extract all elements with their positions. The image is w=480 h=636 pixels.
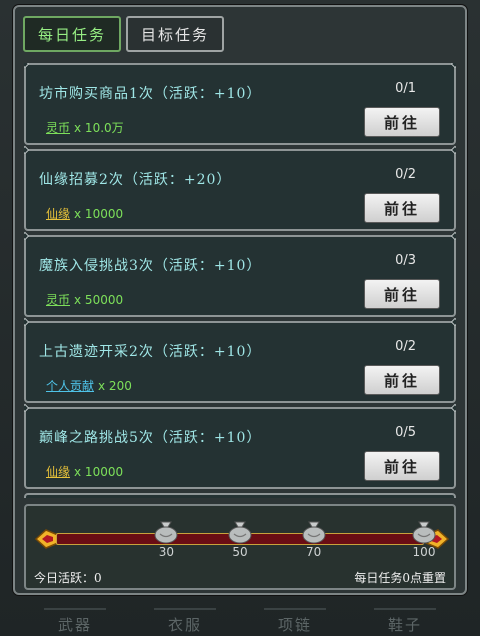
equipment-tab-shoes: 鞋子 [373, 607, 436, 635]
reward-name[interactable]: 个人贡献 [46, 377, 94, 394]
reward-name[interactable]: 仙缘 [46, 205, 70, 222]
milestone-reward-50[interactable]: 50 [223, 518, 257, 559]
milestone-value: 70 [305, 545, 322, 559]
task-progress: 0/5 [395, 425, 416, 440]
task-title: 仙缘招募2次（活跃：+20） [39, 172, 232, 188]
task-progress: 0/2 [395, 339, 416, 354]
reward-amount: x 200 [98, 378, 132, 393]
corner-ornament [24, 403, 30, 413]
task-reward: 个人贡献 x 200 [46, 377, 132, 394]
reward-pouch-icon [412, 521, 436, 544]
reward-name[interactable]: 灵币 [46, 119, 70, 136]
reward-amount: x 10.0万 [74, 121, 124, 135]
task-card: 魔族入侵挑战3次（活跃：+10） 灵币 x 50000 0/3 前往 [24, 231, 456, 317]
reward-name[interactable]: 灵币 [46, 291, 70, 308]
reward-name[interactable]: 仙缘 [46, 463, 70, 480]
task-progress: 0/3 [395, 253, 416, 268]
reward-pouch-icon [302, 521, 326, 544]
task-reward: 灵币 x 50000 [46, 291, 123, 308]
milestone-reward-70[interactable]: 70 [297, 518, 331, 559]
corner-ornament [450, 403, 456, 413]
reward-amount: x 50000 [74, 292, 124, 307]
equipment-tab-necklace: 项链 [263, 607, 326, 635]
equipment-tab-clothes: 衣服 [153, 607, 216, 635]
task-title: 上古遗迹开采2次（活跃：+10） [39, 344, 262, 360]
milestone-value: 100 [412, 545, 436, 559]
corner-ornament [450, 63, 456, 69]
task-card: 仙缘招募2次（活跃：+20） 仙缘 x 10000 0/2 前往 [24, 145, 456, 231]
go-button[interactable]: 前往 [364, 365, 440, 395]
activity-progress-panel: 30 50 70 100 今日活跃：0 每日任务0点重置 [24, 504, 456, 590]
go-button[interactable]: 前往 [364, 107, 440, 137]
milestone-value: 50 [232, 545, 248, 559]
task-panel: 每日任务 目标任务 坊市购买商品1次（活跃：+10） 灵币 x 10.0万 0/… [13, 5, 467, 595]
tab-goal-tasks[interactable]: 目标任务 [126, 16, 225, 52]
daily-reset-note: 每日任务0点重置 [354, 571, 446, 585]
task-progress: 0/1 [395, 81, 416, 96]
equipment-tab-strip: 武器 衣服 项链 鞋子 [20, 606, 460, 636]
tab-daily-tasks[interactable]: 每日任务 [23, 16, 122, 52]
milestone-reward-100[interactable]: 100 [407, 518, 441, 559]
reward-pouch-icon [228, 521, 252, 544]
milestone-reward-30[interactable]: 30 [149, 518, 183, 559]
task-reward: 仙缘 x 10000 [46, 463, 123, 480]
task-reward: 灵币 x 10.0万 [46, 119, 124, 136]
reward-amount: x 10000 [74, 464, 124, 479]
go-button[interactable]: 前往 [364, 451, 440, 481]
corner-ornament [450, 317, 456, 327]
task-reward: 仙缘 x 10000 [46, 205, 123, 222]
task-title: 魔族入侵挑战3次（活跃：+10） [39, 258, 262, 274]
task-card: 巅峰之路挑战5次（活跃：+10） 仙缘 x 10000 0/5 前往 [24, 403, 456, 489]
task-progress: 0/2 [395, 167, 416, 182]
task-list[interactable]: 坊市购买商品1次（活跃：+10） 灵币 x 10.0万 0/1 前往 仙缘招募2… [24, 63, 456, 498]
reward-pouch-icon [154, 521, 178, 544]
go-button[interactable]: 前往 [364, 279, 440, 309]
corner-ornament [24, 317, 30, 327]
corner-ornament [24, 63, 30, 69]
go-button[interactable]: 前往 [364, 193, 440, 223]
corner-ornament [24, 231, 30, 241]
task-card: 坊市购买商品1次（活跃：+10） 灵币 x 10.0万 0/1 前往 [24, 63, 456, 145]
task-title: 坊市购买商品1次（活跃：+10） [39, 86, 262, 102]
task-card: 上古遗迹开采2次（活跃：+10） 个人贡献 x 200 0/2 前往 [24, 317, 456, 403]
milestone-value: 30 [158, 545, 175, 559]
equipment-tab-weapon: 武器 [43, 607, 106, 635]
task-card-partial [24, 493, 456, 498]
corner-ornament [450, 145, 456, 155]
today-activity-label: 今日活跃：0 [34, 571, 102, 585]
task-title: 巅峰之路挑战5次（活跃：+10） [39, 430, 262, 446]
corner-ornament [24, 145, 30, 155]
reward-amount: x 10000 [74, 206, 124, 221]
task-tabs: 每日任务 目标任务 [23, 16, 225, 52]
corner-ornament [450, 231, 456, 241]
